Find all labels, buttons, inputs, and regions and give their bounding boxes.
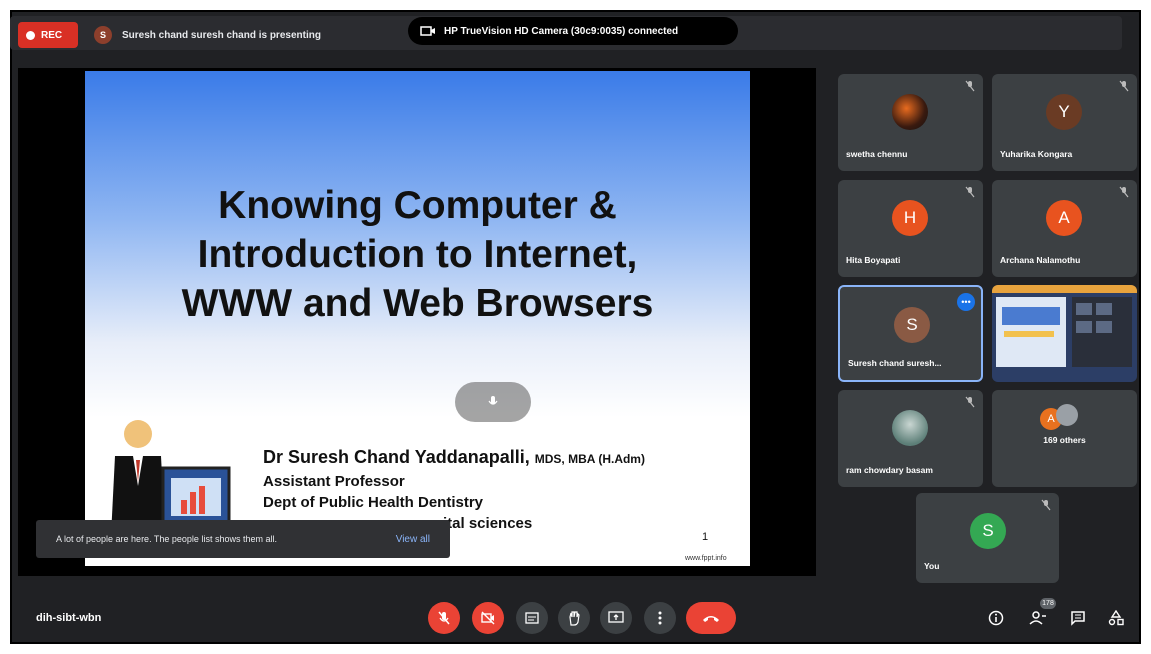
participant-tile[interactable]: swetha chennu [838, 74, 983, 171]
presenter-avatar: S [94, 26, 112, 44]
camera-toggle-button[interactable] [472, 602, 504, 634]
participant-avatar: Y [1046, 94, 1082, 130]
self-name: You [924, 561, 940, 571]
camera-off-icon [481, 611, 495, 625]
participant-tile[interactable]: ram chowdary basam [838, 390, 983, 487]
participant-tile[interactable]: H Hita Boyapati [838, 180, 983, 277]
recording-badge: REC [18, 22, 78, 48]
camera-status-text: HP TrueVision HD Camera (30c9:0035) conn… [444, 25, 679, 37]
slide-title-line2: Introduction to Internet, [197, 233, 638, 276]
hang-up-icon [703, 616, 719, 622]
participant-tile-presenter[interactable]: ••• S Suresh chand suresh... [838, 285, 983, 382]
participant-avatar [892, 410, 928, 446]
mic-off-icon [1041, 499, 1051, 511]
participant-avatar: H [892, 200, 928, 236]
presenter-mic-indicator [455, 382, 531, 422]
activities-icon [1108, 610, 1124, 626]
self-avatar: S [970, 513, 1006, 549]
more-options-button[interactable] [644, 602, 676, 634]
chat-icon [1071, 611, 1085, 626]
others-avatar-2 [1056, 404, 1078, 426]
participant-name: swetha chennu [846, 149, 908, 159]
chat-button[interactable] [1066, 606, 1090, 630]
participant-name: Archana Nalamothu [1000, 255, 1081, 265]
meeting-details-button[interactable] [984, 606, 1008, 630]
mic-off-icon [965, 80, 975, 92]
people-icon [1029, 611, 1046, 625]
toast-message: A lot of people are here. The people lis… [56, 534, 277, 544]
leave-call-button[interactable] [686, 602, 736, 634]
slide-title: Knowing Computer & Introduction to Inter… [85, 181, 750, 328]
others-count-label: 169 others [1043, 435, 1086, 445]
present-screen-icon [608, 611, 624, 623]
camera-icon [420, 26, 435, 36]
record-dot-icon [26, 30, 35, 40]
camera-connected-notice: HP TrueVision HD Camera (30c9:0035) conn… [408, 17, 738, 45]
more-vert-icon [658, 611, 662, 625]
people-list-toast: A lot of people are here. The people lis… [36, 520, 450, 558]
mic-off-icon [438, 611, 450, 625]
mic-off-icon [1119, 80, 1129, 92]
screen-share-thumbnail [992, 285, 1137, 382]
participant-avatar [892, 94, 928, 130]
slide-url: www.fppt.info [685, 555, 727, 562]
participant-avatar: S [894, 307, 930, 343]
mic-off-icon [1119, 186, 1129, 198]
participant-avatar: A [1046, 200, 1082, 236]
slide-line-designation: Assistant Professor [263, 473, 405, 490]
participant-name: ram chowdary basam [846, 465, 933, 475]
slide-line-institution: ital sciences [443, 515, 533, 532]
participant-tile[interactable]: Y Yuharika Kongara [992, 74, 1137, 171]
people-button[interactable] [1026, 606, 1050, 630]
activities-button[interactable] [1104, 606, 1128, 630]
present-screen-button[interactable] [600, 602, 632, 634]
people-count-badge: 178 [1040, 598, 1056, 609]
slide-title-line1: Knowing Computer & [218, 184, 617, 227]
participant-name: Yuharika Kongara [1000, 149, 1073, 159]
slide-title-line3: WWW and Web Browsers [181, 282, 654, 325]
microphone-icon [488, 396, 498, 405]
presenting-indicator: S Suresh chand suresh chand is presentin… [94, 22, 321, 48]
presentation-slide: Knowing Computer & Introduction to Inter… [85, 71, 750, 566]
more-options-icon[interactable]: ••• [957, 293, 975, 311]
participant-tile-screen-share[interactable] [992, 285, 1137, 382]
captions-icon [525, 612, 539, 624]
slide-author: Dr Suresh Chand Yaddanapalli, MDS, MBA (… [263, 447, 645, 468]
participant-tile[interactable]: A Archana Nalamothu [992, 180, 1137, 277]
info-icon [988, 610, 1004, 626]
view-all-link[interactable]: View all [396, 534, 430, 545]
self-view-tile[interactable]: S You [916, 493, 1059, 583]
recording-label: REC [41, 29, 63, 41]
meeting-code: dih-sibt-wbn [36, 612, 102, 624]
hand-icon [569, 611, 580, 626]
others-tile[interactable]: A 169 others [992, 390, 1137, 487]
mic-off-icon [965, 186, 975, 198]
slide-page-number: 1 [702, 531, 709, 543]
mic-off-icon [965, 396, 975, 408]
slide-line-department: Dept of Public Health Dentistry [263, 494, 484, 511]
presenting-text: Suresh chand suresh chand is presenting [122, 29, 321, 41]
participant-name: Hita Boyapati [846, 255, 901, 265]
raise-hand-button[interactable] [558, 602, 590, 634]
participant-name: Suresh chand suresh... [848, 358, 942, 368]
author-name: Dr Suresh Chand Yaddanapalli, [263, 447, 530, 467]
captions-button[interactable] [516, 602, 548, 634]
author-degrees: MDS, MBA (H.Adm) [534, 452, 645, 466]
microphone-toggle-button[interactable] [428, 602, 460, 634]
